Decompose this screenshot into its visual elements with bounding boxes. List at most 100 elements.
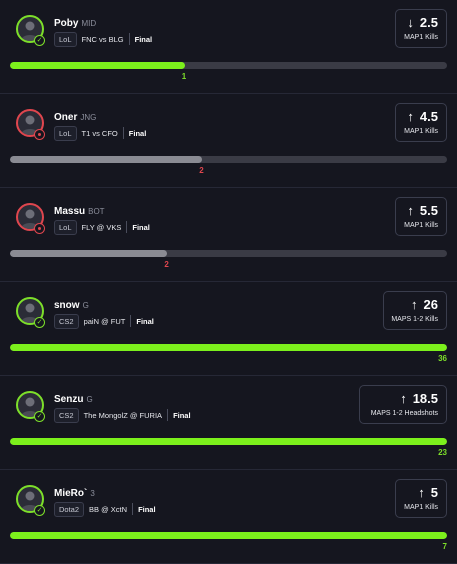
match-meta: LoL FNC vs BLG Final [54, 31, 152, 47]
match-meta: LoL FLY @ VKS Final [54, 219, 150, 235]
check-status-icon: ✓ [34, 317, 45, 328]
arrow-up-icon: ↑ [418, 485, 425, 500]
player-name: Massu [54, 206, 86, 217]
line-value: 26 [423, 297, 438, 312]
player-name: Senzu [54, 394, 84, 405]
loss-status-icon [34, 223, 45, 234]
line-value: 18.5 [412, 391, 438, 406]
stat-label: MAP1 Kills [404, 128, 438, 135]
player-position: G [82, 301, 89, 310]
pick-card[interactable]: Oner JNG LoL T1 vs CFO Final ↑ 4.5 MAP1 K… [0, 94, 457, 188]
check-status-icon: ✓ [34, 35, 45, 46]
game-tag: CS2 [54, 313, 79, 329]
progress-track [10, 438, 447, 445]
match-meta: LoL T1 vs CFO Final [54, 125, 146, 141]
match-label: paiN @ FUT [83, 316, 126, 326]
player-name: MieRo` [54, 488, 88, 499]
arrow-up-icon: ↑ [407, 109, 414, 124]
game-tag: Dota2 [54, 501, 85, 517]
divider [122, 127, 124, 139]
status-label: Final [134, 34, 153, 44]
pick-card[interactable]: ✓ MieRo` 3 Dota2 BB @ XctN Final ↑ 5 MAP1… [0, 470, 457, 564]
arrow-down-icon: ↓ [407, 15, 414, 30]
pick-card[interactable]: ✓ snow G CS2 paiN @ FUT Final ↑ 26 MAPS 1… [0, 282, 457, 376]
player-name-line: MieRo` 3 [54, 488, 95, 499]
stat-label: MAPS 1-2 Kills [391, 316, 438, 323]
progress-fill [10, 62, 185, 69]
progress-fill [10, 344, 447, 351]
pick-card[interactable]: ✓ Senzu G CS2 The MongolZ @ FURIA Final ↑… [0, 376, 457, 470]
divider [130, 315, 132, 327]
stat-label: MAPS 1-2 Headshots [370, 410, 438, 417]
projection-box: ↑ 5 MAP1 Kills [395, 479, 447, 518]
projection-line: ↑ 18.5 [400, 392, 438, 405]
arrow-up-icon: ↑ [400, 391, 407, 406]
match-label: FNC vs BLG [81, 34, 124, 44]
progress-track [10, 532, 447, 539]
status-label: Final [132, 222, 150, 232]
line-value: 4.5 [419, 109, 438, 124]
player-name-line: Oner JNG [54, 112, 96, 123]
projection-box: ↑ 18.5 MAPS 1-2 Headshots [359, 385, 447, 424]
game-tag: LoL [54, 219, 77, 235]
arrow-up-icon: ↑ [411, 297, 418, 312]
status-label: Final [136, 316, 154, 326]
progress-track [10, 250, 447, 257]
check-status-icon: ✓ [34, 411, 45, 422]
progress-fill [10, 156, 203, 163]
stat-label: MAP1 Kills [404, 504, 438, 511]
match-meta: Dota2 BB @ XctN Final [54, 501, 156, 517]
progress-fill [10, 532, 447, 539]
loss-status-icon [34, 129, 45, 140]
pick-card[interactable]: Massu BOT LoL FLY @ VKS Final ↑ 5.5 MAP1 … [0, 188, 457, 282]
check-status-icon: ✓ [34, 505, 45, 516]
stat-label: MAP1 Kills [404, 34, 438, 41]
player-name: Oner [54, 112, 78, 123]
divider [167, 409, 169, 421]
projection-line: ↑ 26 [411, 298, 438, 311]
progress-fill [10, 438, 447, 445]
status-label: Final [173, 410, 191, 420]
actual-result: 2 [164, 260, 169, 269]
progress-track [10, 62, 447, 69]
player-position: 3 [90, 489, 95, 498]
line-value: 5 [430, 485, 438, 500]
divider [128, 33, 130, 45]
progress-track [10, 156, 447, 163]
divider [126, 221, 128, 233]
game-tag: LoL [54, 125, 77, 141]
projection-line: ↑ 4.5 [407, 110, 438, 123]
projection-box: ↑ 4.5 MAP1 Kills [395, 103, 447, 142]
match-label: T1 vs CFO [81, 128, 118, 138]
divider [132, 503, 134, 515]
arrow-up-icon: ↑ [407, 203, 414, 218]
match-label: The MongolZ @ FURIA [83, 410, 163, 420]
match-meta: CS2 paiN @ FUT Final [54, 313, 154, 329]
stat-label: MAP1 Kills [404, 222, 438, 229]
player-name-line: snow G [54, 300, 89, 311]
player-position: MID [81, 19, 97, 28]
projection-line: ↑ 5 [418, 486, 438, 499]
player-name-line: Massu BOT [54, 206, 105, 217]
status-label: Final [138, 504, 156, 514]
actual-result: 7 [442, 542, 447, 551]
status-label: Final [128, 128, 147, 138]
player-position: G [86, 395, 93, 404]
game-tag: LoL [54, 31, 77, 47]
actual-result: 36 [438, 354, 447, 363]
line-value: 2.5 [419, 15, 438, 30]
player-name: snow [54, 300, 80, 311]
projection-box: ↓ 2.5 MAP1 Kills [395, 9, 447, 48]
actual-result: 1 [181, 72, 187, 81]
projection-line: ↓ 2.5 [407, 16, 438, 29]
pick-card[interactable]: ✓ Poby MID LoL FNC vs BLG Final ↓ 2.5 MAP… [0, 0, 457, 94]
match-label: FLY @ VKS [81, 222, 122, 232]
projection-box: ↑ 5.5 MAP1 Kills [395, 197, 447, 236]
progress-track [10, 344, 447, 351]
player-name-line: Senzu G [54, 394, 93, 405]
player-name: Poby [54, 18, 79, 29]
player-name-line: Poby MID [54, 18, 96, 29]
player-position: JNG [80, 113, 97, 122]
projection-line: ↑ 5.5 [407, 204, 438, 217]
progress-fill [10, 250, 168, 257]
